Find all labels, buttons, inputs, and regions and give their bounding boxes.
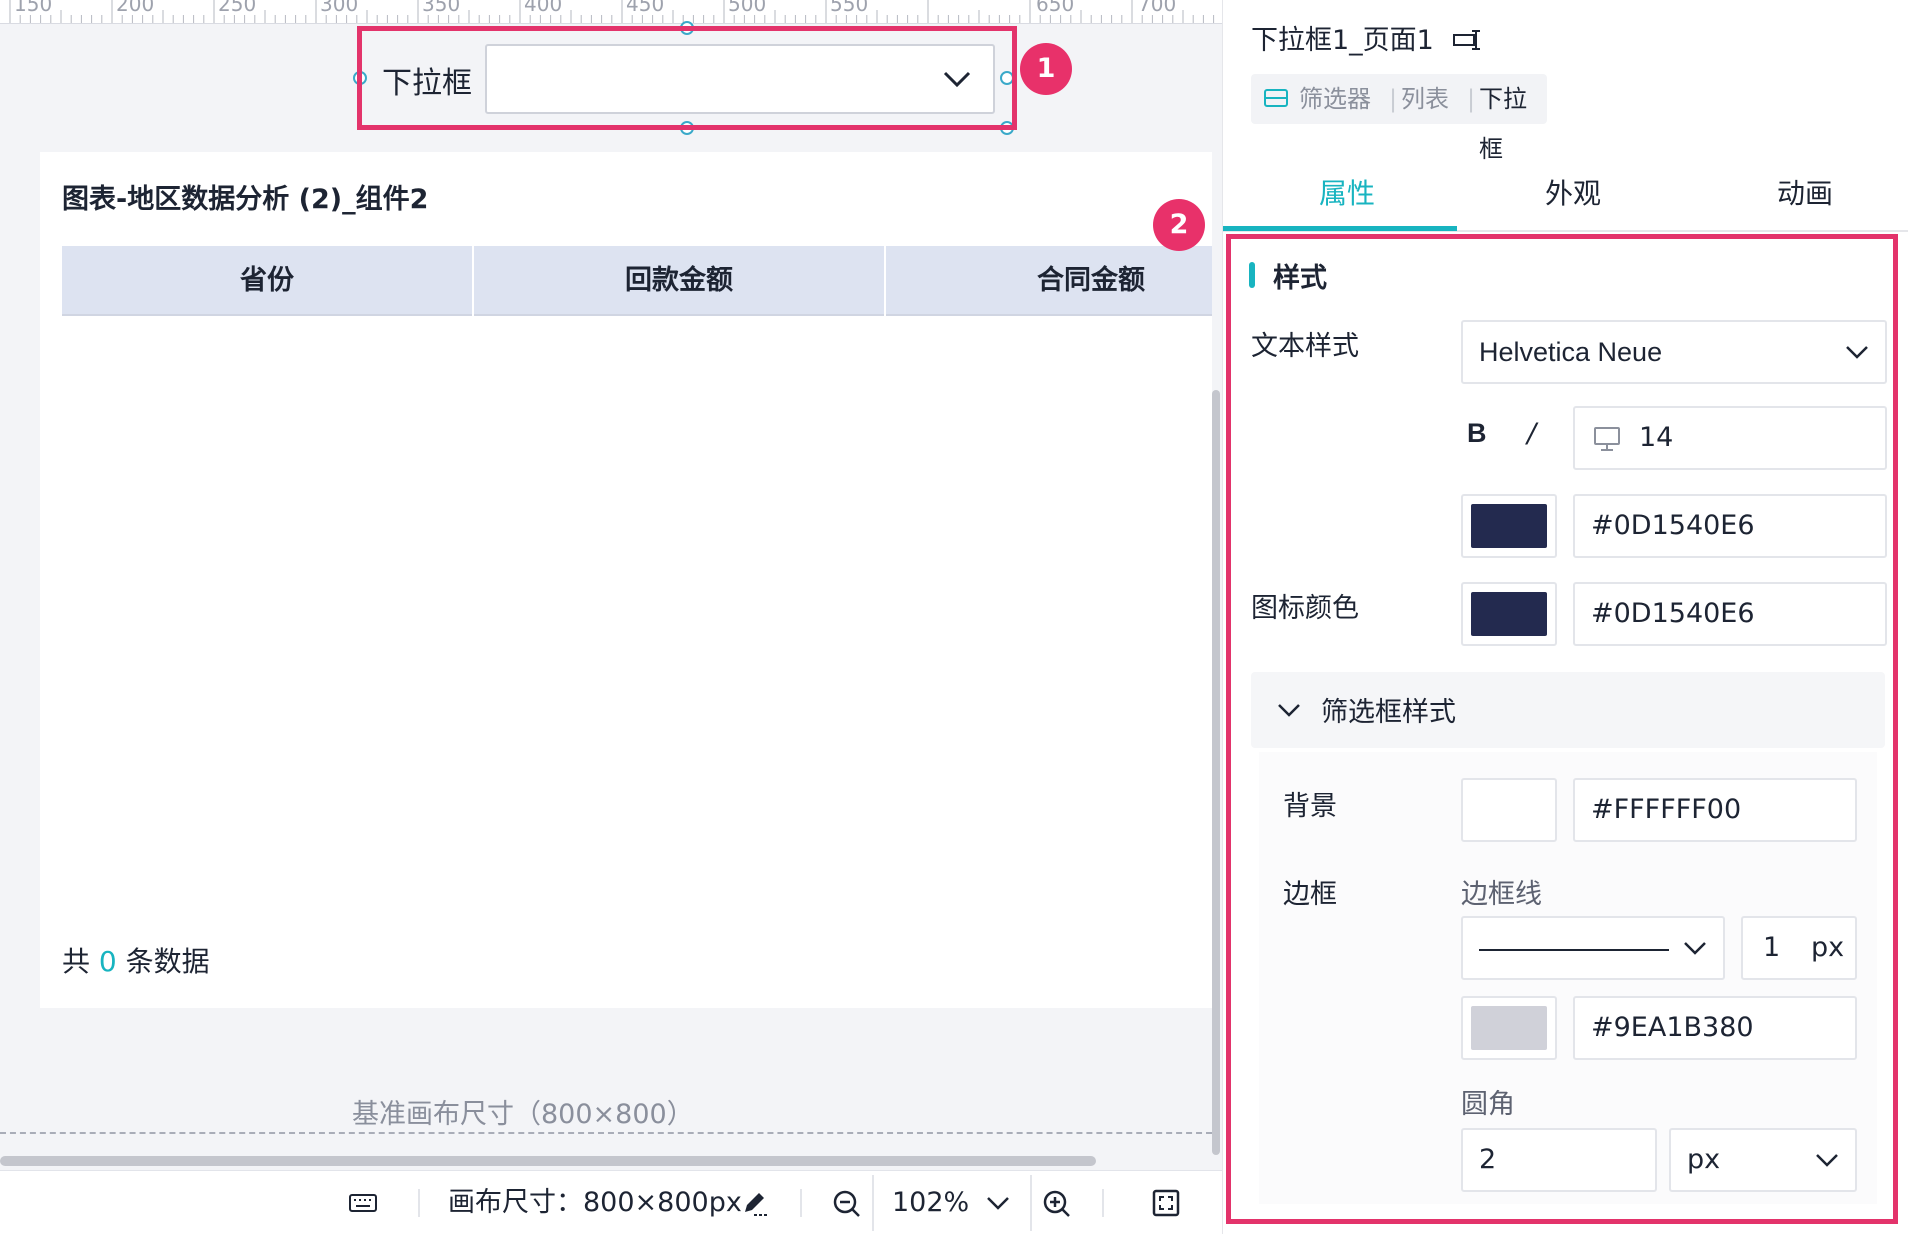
horizontal-scrollbar[interactable] bbox=[0, 1156, 1096, 1166]
ruler-label: 700 bbox=[1138, 0, 1177, 16]
ruler-label: 500 bbox=[728, 0, 767, 16]
table-header-row: 省份 回款金额 合同金额 bbox=[62, 246, 1212, 316]
component-name: 下拉框1_页面1 bbox=[1251, 18, 1482, 57]
annotation-box-2 bbox=[1226, 234, 1898, 1224]
zoom-in-icon[interactable] bbox=[1042, 1189, 1072, 1219]
zoom-select[interactable]: 102% bbox=[872, 1175, 1032, 1231]
column-header-contract-amount[interactable]: 合同金额 bbox=[886, 246, 1222, 316]
tab-properties[interactable]: 属性 bbox=[1319, 172, 1375, 212]
ruler-label: 650 bbox=[1036, 0, 1075, 16]
breadcrumb-item-list[interactable]: 列表 bbox=[1401, 74, 1449, 124]
horizontal-ruler: 150 200 250 300 350 400 450 500 550 650 700 bbox=[0, 0, 1222, 24]
ruler-label: 550 bbox=[830, 0, 869, 16]
column-header-payment-amount[interactable]: 回款金额 bbox=[474, 246, 884, 316]
base-canvas-size-label: 基准画布尺寸（800×800） bbox=[352, 1099, 694, 1130]
vertical-scrollbar[interactable] bbox=[1212, 390, 1220, 1155]
component-name-text: 下拉框1_页面1 bbox=[1251, 25, 1434, 56]
annotation-badge-1: 1 bbox=[1020, 43, 1072, 95]
table-widget[interactable]: 图表-地区数据分析 (2)_组件2 省份 回款金额 合同金额 共 0 条数据 bbox=[40, 152, 1212, 1008]
canvas-size-label: 画布尺寸：800×800px bbox=[448, 1187, 742, 1218]
ruler-label: 150 bbox=[14, 0, 53, 16]
breadcrumb-separator: | bbox=[1389, 85, 1398, 113]
toolbar-divider bbox=[800, 1189, 802, 1217]
annotation-badge-2: 2 bbox=[1153, 199, 1205, 251]
canvas-boundary-line bbox=[0, 1132, 1212, 1134]
widget-title: 图表-地区数据分析 (2)_组件2 bbox=[62, 184, 429, 215]
edit-icon[interactable] bbox=[740, 1189, 768, 1217]
panel-tabs: 属性 外观 动画 bbox=[1223, 158, 1908, 232]
ruler-label: 200 bbox=[116, 0, 155, 16]
fit-screen-icon[interactable] bbox=[1152, 1189, 1180, 1217]
row-count-value: 0 bbox=[98, 945, 117, 978]
row-count-prefix: 共 bbox=[62, 945, 91, 978]
column-header-province[interactable]: 省份 bbox=[62, 246, 472, 316]
annotation-box-1 bbox=[357, 26, 1017, 130]
toolbar-divider bbox=[418, 1189, 420, 1217]
zoom-out-icon[interactable] bbox=[832, 1189, 862, 1219]
row-count: 共 0 条数据 bbox=[62, 940, 210, 980]
rename-icon[interactable] bbox=[1452, 29, 1482, 51]
chevron-down-icon bbox=[987, 1197, 1009, 1210]
keyboard-icon[interactable] bbox=[348, 1191, 378, 1215]
ruler-label: 350 bbox=[422, 0, 461, 16]
toolbar-divider bbox=[1102, 1189, 1104, 1217]
ruler-label: 300 bbox=[320, 0, 359, 16]
ruler-label: 450 bbox=[626, 0, 665, 16]
filter-component-icon bbox=[1264, 89, 1288, 107]
canvas-bottom-toolbar: 画布尺寸：800×800px 102% bbox=[0, 1170, 1222, 1234]
tab-appearance[interactable]: 外观 bbox=[1545, 172, 1601, 212]
breadcrumb-separator: | bbox=[1467, 85, 1476, 113]
ruler-label: 400 bbox=[524, 0, 563, 16]
tab-animation[interactable]: 动画 bbox=[1777, 172, 1833, 212]
breadcrumb-item-filter[interactable]: 筛选器 bbox=[1299, 74, 1371, 124]
active-tab-indicator bbox=[1223, 226, 1457, 231]
ruler-label: 250 bbox=[218, 0, 257, 16]
component-type-breadcrumb: 筛选器 | 列表 | 下拉框 bbox=[1251, 74, 1547, 163]
design-canvas[interactable]: 150 200 250 300 350 400 450 500 550 650 700 下拉框 1 … bbox=[0, 0, 1222, 1234]
row-count-suffix: 条数据 bbox=[125, 945, 210, 978]
zoom-value: 102% bbox=[892, 1187, 970, 1218]
